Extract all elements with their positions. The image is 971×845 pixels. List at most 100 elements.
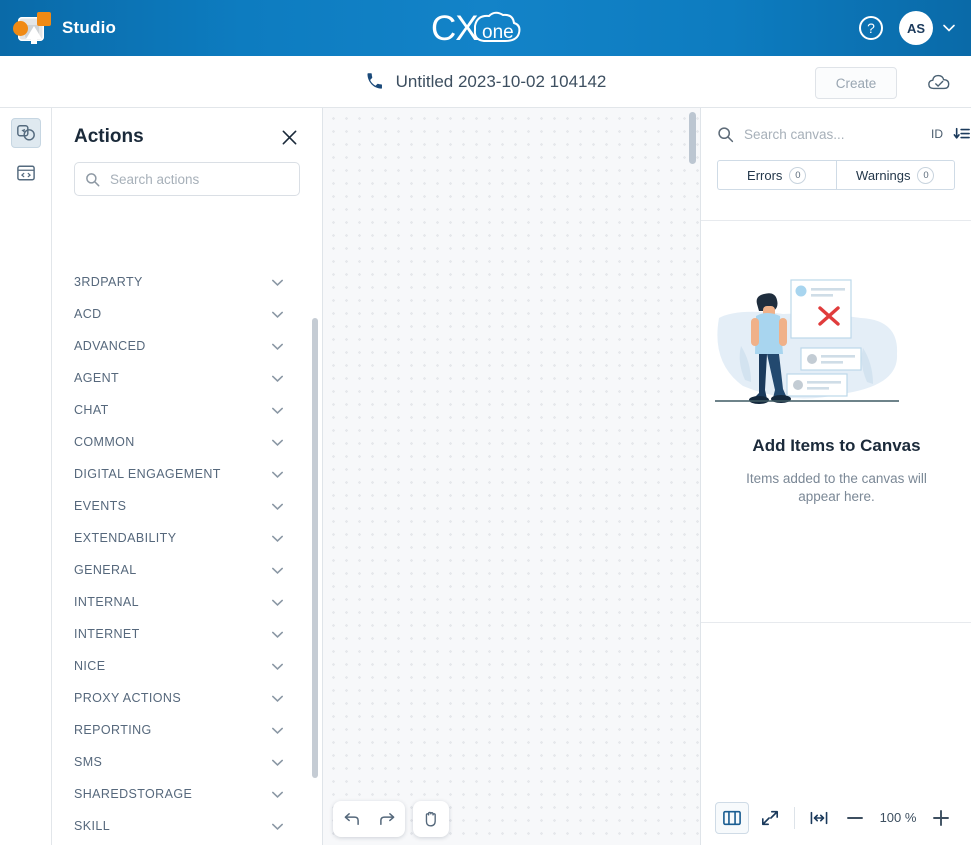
- sort-id-label[interactable]: ID: [931, 127, 943, 141]
- chevron-down-icon[interactable]: [270, 819, 285, 834]
- actions-category-list[interactable]: 3RDPARTY ACD ADVANCED AGENT CHAT COMMON DIGITA…: [52, 266, 323, 845]
- tab-errors[interactable]: Errors 0: [717, 160, 836, 190]
- empty-state-title: Add Items to Canvas: [752, 436, 921, 455]
- page-title: Actions: [74, 126, 144, 147]
- action-category-row[interactable]: COMMON: [52, 426, 323, 458]
- action-category-label: SMS: [74, 755, 103, 769]
- create-button[interactable]: Create: [815, 67, 897, 99]
- action-category-row[interactable]: REPORTING: [52, 714, 323, 746]
- brand: Studio: [12, 10, 116, 46]
- action-category-label: AGENT: [74, 371, 120, 385]
- pan-tool-card: [413, 801, 449, 837]
- chevron-down-icon[interactable]: [270, 755, 285, 770]
- action-category-label: SHAREDSTORAGE: [74, 787, 193, 801]
- action-category-row[interactable]: SMS: [52, 746, 323, 778]
- undo-button[interactable]: [333, 801, 369, 837]
- action-category-row[interactable]: EXTENDABILITY: [52, 522, 323, 554]
- cloud-check-icon[interactable]: [927, 72, 951, 92]
- action-category-label: DIGITAL ENGAGEMENT: [74, 467, 221, 481]
- canvas-items-panel: ID Errors 0 Warnings 0: [700, 108, 971, 845]
- action-category-label: REPORTING: [74, 723, 152, 737]
- action-category-label: INTERNAL: [74, 595, 140, 609]
- fit-width-button[interactable]: [804, 803, 834, 833]
- fullscreen-button[interactable]: [755, 803, 785, 833]
- fit-width-icon: [809, 810, 829, 826]
- action-category-label: EXTENDABILITY: [74, 531, 177, 545]
- chevron-down-icon[interactable]: [270, 403, 285, 418]
- chevron-down-icon[interactable]: [270, 595, 285, 610]
- search-input[interactable]: [110, 171, 289, 187]
- zoom-in-button[interactable]: [926, 803, 956, 833]
- svg-text:CX: CX: [431, 9, 478, 48]
- plus-icon: [932, 809, 950, 827]
- chevron-down-icon[interactable]: [941, 20, 957, 36]
- action-category-row[interactable]: ADVANCED: [52, 330, 323, 362]
- action-category-row[interactable]: CHAT: [52, 394, 323, 426]
- action-category-label: INTERNET: [74, 627, 140, 641]
- action-category-row[interactable]: INTERNAL: [52, 586, 323, 618]
- sort-descending-icon[interactable]: [953, 126, 971, 142]
- redo-button[interactable]: [369, 801, 405, 837]
- chevron-down-icon[interactable]: [270, 627, 285, 642]
- tab-errors-count: 0: [789, 166, 807, 184]
- action-category-row[interactable]: GENERAL: [52, 554, 323, 586]
- expand-diagonal-icon: [761, 809, 779, 827]
- help-icon[interactable]: ?: [859, 16, 883, 40]
- action-category-row[interactable]: SHAREDSTORAGE: [52, 778, 323, 810]
- action-category-row[interactable]: 3RDPARTY: [52, 266, 323, 298]
- canvas-search-row[interactable]: ID: [701, 114, 971, 154]
- action-category-row[interactable]: DIGITAL ENGAGEMENT: [52, 458, 323, 490]
- chevron-down-icon[interactable]: [270, 691, 285, 706]
- action-category-label: GENERAL: [74, 563, 137, 577]
- redo-arrow-icon: [378, 811, 397, 828]
- code-rail-button[interactable]: [11, 158, 41, 188]
- chevron-down-icon[interactable]: [270, 467, 285, 482]
- phone-handset-icon: [365, 72, 384, 91]
- help-glyph: ?: [867, 20, 875, 36]
- chevron-down-icon[interactable]: [270, 339, 285, 354]
- chevron-down-icon[interactable]: [270, 371, 285, 386]
- chevron-down-icon[interactable]: [270, 307, 285, 322]
- left-icon-rail: [0, 108, 52, 845]
- avatar-initials: AS: [906, 20, 926, 36]
- chevron-down-icon[interactable]: [270, 723, 285, 738]
- chevron-down-icon[interactable]: [270, 499, 285, 514]
- action-category-row[interactable]: PROXY ACTIONS: [52, 682, 323, 714]
- chevron-down-icon[interactable]: [270, 563, 285, 578]
- flow-toolbar: Untitled 2023-10-02 104142 Create: [0, 56, 971, 108]
- zoom-toolbar: 100 %: [701, 790, 971, 845]
- flow-canvas[interactable]: [323, 108, 700, 845]
- zoom-out-button[interactable]: [840, 803, 870, 833]
- chevron-down-icon[interactable]: [270, 275, 285, 290]
- action-category-row[interactable]: ACD: [52, 298, 323, 330]
- action-category-label: PROXY ACTIONS: [74, 691, 182, 705]
- canvas-vertical-scrollbar[interactable]: [689, 112, 696, 164]
- action-category-row[interactable]: AGENT: [52, 362, 323, 394]
- minimap-book-icon: [722, 809, 742, 827]
- minimap-button[interactable]: [715, 801, 749, 834]
- chevron-down-icon[interactable]: [270, 787, 285, 802]
- zoom-level-label: 100 %: [879, 810, 917, 825]
- chevron-down-icon[interactable]: [270, 531, 285, 546]
- action-category-row[interactable]: NICE: [52, 650, 323, 682]
- pan-tool-button[interactable]: [413, 801, 449, 837]
- actions-rail-button[interactable]: [10, 118, 41, 148]
- action-category-row[interactable]: SKILL: [52, 810, 323, 842]
- avatar[interactable]: AS: [899, 11, 933, 45]
- tab-warnings[interactable]: Warnings 0: [835, 160, 955, 190]
- chevron-down-icon[interactable]: [270, 659, 285, 674]
- close-icon[interactable]: [279, 127, 300, 148]
- actions-panel: Actions 3RDPARTYACDADVANCEDAGENTCHATCOMM: [52, 108, 323, 845]
- canvas-search-input[interactable]: [744, 126, 921, 142]
- actions-search-box[interactable]: [74, 162, 300, 196]
- action-category-row[interactable]: EVENTS: [52, 490, 323, 522]
- studio-logo-icon: [12, 10, 52, 46]
- actions-panel-scrollbar[interactable]: [312, 318, 318, 778]
- action-category-row[interactable]: INTERNET: [52, 618, 323, 650]
- flow-title-group: Untitled 2023-10-02 104142: [365, 72, 606, 92]
- action-category-label: ACD: [74, 307, 102, 321]
- chevron-down-icon[interactable]: [270, 435, 285, 450]
- actions-shapes-icon: [16, 123, 36, 143]
- minus-icon: [846, 809, 864, 827]
- action-category-label: COMMON: [74, 435, 135, 449]
